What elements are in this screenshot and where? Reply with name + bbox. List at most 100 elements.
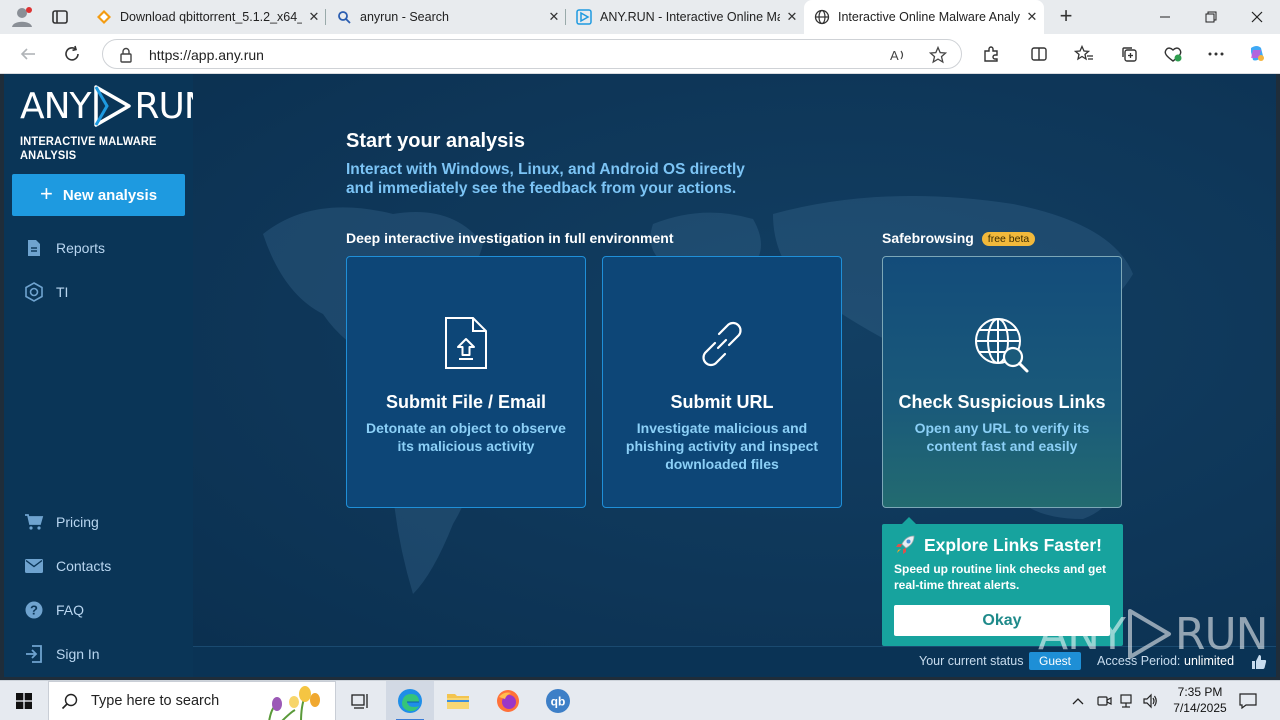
notifications-button[interactable] [1236,681,1260,720]
check-suspicious-links-card[interactable]: Check Suspicious Links Open any URL to v… [882,256,1122,508]
meet-now-icon [1097,696,1112,706]
clock-time: 7:35 PM [1177,685,1223,699]
browser-essentials-icon[interactable] [1163,44,1183,64]
sidebar: ANY RUN INTERACTIVE MALWARE ANALYSIS + N… [4,74,211,677]
section-label-safe-text: Safebrowsing [882,230,974,246]
tab-label: ANY.RUN - Interactive Online Mal [600,10,780,24]
edge-icon [398,689,422,713]
close-tab-icon[interactable]: ✕ [302,9,326,25]
sign-in-icon [24,644,44,664]
tray-network[interactable] [1116,681,1136,720]
search-placeholder: Type here to search [91,693,220,709]
search-highlight-flowers-icon [268,686,320,720]
extensions-icon[interactable] [981,44,1001,64]
page-subtitle: Interact with Windows, Linux, and Androi… [346,161,745,197]
url-field[interactable]: https://app.any.run A [102,39,962,69]
copilot-icon[interactable] [1247,44,1267,64]
watermark-run: RUN [1174,608,1269,660]
taskbar-firefox[interactable] [484,681,532,720]
sidebar-item-label: Reports [56,240,106,256]
start-button[interactable] [0,681,48,720]
read-aloud-icon[interactable]: A [889,46,907,69]
windows-taskbar: Type here to search qb 7:35 PM 7/14/2025 [0,680,1280,720]
firefox-icon [497,690,519,712]
lock-icon[interactable] [119,47,133,68]
card-desc: Open any URL to verify its content fast … [914,420,1090,454]
rocket-icon [896,535,915,554]
new-analysis-button[interactable]: + New analysis [12,174,185,216]
sidebar-item-sign-in[interactable]: Sign In [24,642,100,666]
sidebar-item-pricing[interactable]: Pricing [24,510,99,534]
back-button[interactable] [14,40,42,68]
sidebar-item-reports[interactable]: Reports [24,236,105,260]
card-title: Check Suspicious Links [898,392,1106,412]
split-screen-icon[interactable] [1029,44,1049,64]
close-tab-icon[interactable]: ✕ [1020,9,1044,25]
watermark-play-icon [1127,609,1171,659]
submit-url-card[interactable]: Submit URL Investigate malicious and phi… [602,256,842,508]
favorite-star-icon[interactable] [928,45,948,69]
current-status-label: Your current status [919,654,1024,668]
search-icon [336,9,352,25]
minimize-button[interactable] [1150,0,1180,34]
play-logo-icon [93,85,131,127]
favorites-icon[interactable] [1074,44,1094,64]
sidebar-item-label: Sign In [56,646,100,662]
chevron-up-icon [1072,698,1084,705]
notification-icon [1239,693,1257,709]
anyrun-watermark: ANY RUN [1038,608,1269,660]
tab-label: anyrun - Search [360,10,449,24]
clock-date: 7/14/2025 [1173,701,1227,715]
tray-security[interactable] [1094,681,1114,720]
collections-icon[interactable] [1119,44,1139,64]
globe-icon [814,9,830,25]
card-title: Submit File / Email [385,392,547,412]
network-icon [1120,694,1132,708]
anyrun-icon [576,9,592,25]
show-hidden-icons[interactable] [1068,681,1088,720]
more-options-icon[interactable] [1206,44,1226,64]
main-content: Start your analysis Interact with Window… [193,74,1276,646]
volume-icon [1143,693,1157,709]
windows-logo-icon [16,693,32,709]
sidebar-item-ti[interactable]: TI [24,280,68,304]
tab-actions-icon[interactable] [50,8,70,26]
cart-icon [24,512,44,532]
close-tab-icon[interactable]: ✕ [542,9,566,25]
close-tab-icon[interactable]: ✕ [780,9,804,25]
card-desc: Detonate an object to observe its malici… [366,420,566,454]
help-icon: ? [24,600,44,620]
sidebar-item-faq[interactable]: ? FAQ [24,598,84,622]
section-label-deep: Deep interactive investigation in full e… [346,230,674,246]
profile-icon[interactable] [10,6,34,28]
tray-volume[interactable] [1140,681,1160,720]
new-tab-button[interactable]: + [1054,5,1078,29]
taskbar-search-box[interactable]: Type here to search [48,681,336,720]
tab-anyrun-home[interactable]: ANY.RUN - Interactive Online Mal ✕ [566,0,804,34]
taskbar-edge[interactable] [386,681,434,720]
taskbar-qbittorrent[interactable]: qb [534,681,582,720]
ti-icon [24,282,44,302]
submit-file-card[interactable]: Submit File / Email Detonate an object t… [346,256,586,508]
task-view-button[interactable] [336,681,384,720]
tab-interactive-online-malware[interactable]: Interactive Online Malware Analys ✕ [804,0,1044,34]
sidebar-item-label: Pricing [56,514,99,530]
refresh-button[interactable] [58,40,86,68]
qbittorrent-download-icon [96,9,112,25]
tab-anyrun-search[interactable]: anyrun - Search ✕ [326,0,566,34]
anyrun-logo[interactable]: ANY RUN INTERACTIVE MALWARE ANALYSIS [20,84,211,162]
tab-label: Interactive Online Malware Analys [838,10,1020,24]
popup-title: Explore Links Faster! [924,534,1102,555]
taskbar-clock[interactable]: 7:35 PM 7/14/2025 [1160,684,1240,716]
section-label-safebrowsing: Safebrowsing free beta [882,230,1036,246]
reports-icon [24,238,44,258]
anyrun-page: ANY RUN INTERACTIVE MALWARE ANALYSIS + N… [4,74,1276,677]
taskbar-file-explorer[interactable] [434,681,482,720]
search-icon [61,693,78,710]
free-beta-badge: free beta [981,232,1036,246]
tab-qbittorrent[interactable]: Download qbittorrent_5.1.2_x64_s ✕ [86,0,326,34]
address-bar-row: https://app.any.run A [0,34,1280,74]
restore-button[interactable] [1196,0,1226,34]
sidebar-item-contacts[interactable]: Contacts [24,554,111,578]
close-window-button[interactable] [1242,0,1272,34]
